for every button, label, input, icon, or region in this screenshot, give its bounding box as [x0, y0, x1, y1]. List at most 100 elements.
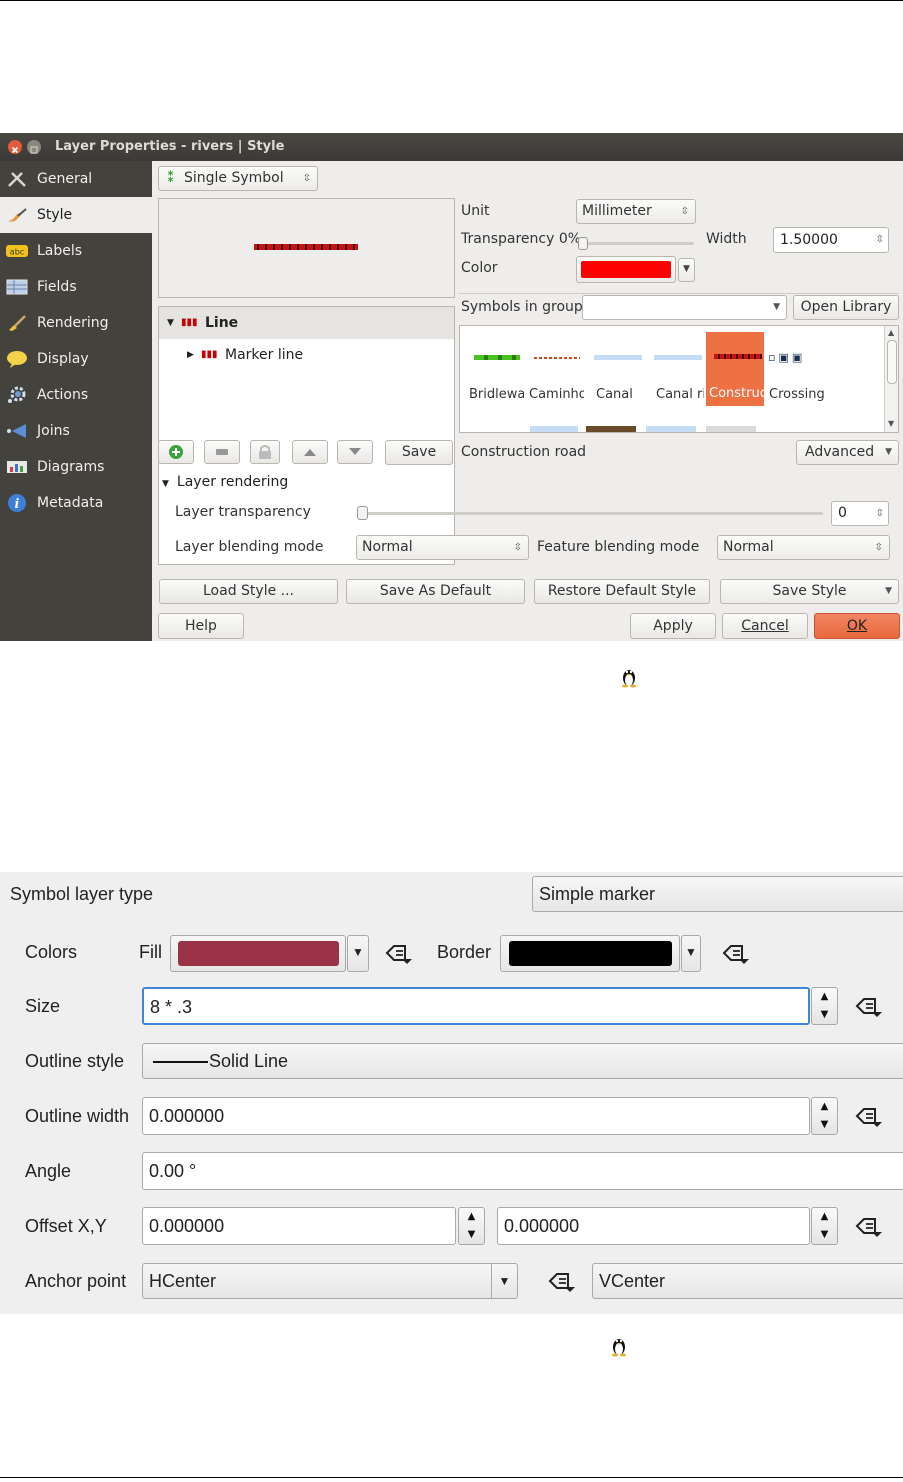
data-defined-override-icon[interactable]	[855, 1105, 885, 1127]
sidebar-item-labels[interactable]: abc Labels	[0, 233, 152, 269]
spin-down-icon[interactable]: ▼	[812, 1119, 837, 1137]
fill-color-button[interactable]	[170, 935, 346, 972]
save-symbol-button[interactable]: Save	[385, 440, 453, 465]
size-value: 8 * .3	[150, 997, 193, 1017]
remove-symbol-layer-button[interactable]	[204, 440, 240, 464]
scroll-down-icon[interactable]: ▼	[888, 419, 894, 428]
data-defined-override-icon[interactable]	[855, 995, 885, 1017]
angle-input[interactable]: 0.00 °	[142, 1152, 903, 1190]
data-defined-override-icon[interactable]	[548, 1270, 578, 1292]
width-spinbox[interactable]: 1.50000 ⇳	[773, 227, 889, 253]
slider-handle[interactable]	[578, 237, 588, 250]
data-defined-override-icon[interactable]	[722, 942, 752, 964]
symbol-label: Canal	[596, 387, 633, 402]
sidebar-item-fields[interactable]: Fields	[0, 269, 152, 305]
minimize-window-icon[interactable]	[27, 140, 41, 154]
lock-layer-button[interactable]	[250, 440, 280, 464]
layer-rendering-toggle[interactable]: ▼ Layer rendering	[162, 474, 288, 490]
open-library-button[interactable]: Open Library	[793, 295, 899, 320]
sidebar-item-metadata[interactable]: i Metadata	[0, 485, 152, 521]
save-as-default-button[interactable]: Save As Default	[346, 579, 525, 604]
color-dropdown-button[interactable]: ▼	[678, 258, 695, 282]
data-defined-override-icon[interactable]	[855, 1215, 885, 1237]
add-symbol-layer-button[interactable]	[158, 440, 194, 464]
speech-bubble-icon	[7, 351, 27, 368]
symbol-item-selected[interactable]: Construc	[706, 332, 764, 406]
spin-up-icon[interactable]: ▲	[812, 1211, 837, 1229]
symbol-list-scrollbar[interactable]: ▲ ▼	[884, 326, 898, 432]
sidebar-item-joins[interactable]: Joins	[0, 413, 152, 449]
sidebar-item-actions[interactable]: Actions	[0, 377, 152, 413]
advanced-button[interactable]: Advanced ▼	[796, 440, 899, 465]
outline-width-input[interactable]: 0.000000	[142, 1097, 810, 1135]
spin-down-icon[interactable]: ▼	[812, 1009, 837, 1027]
anchor-h-select[interactable]: HCenter ▼	[142, 1263, 518, 1299]
layer-properties-dialog: Layer Properties - rivers | Style Genera…	[0, 133, 903, 641]
unit-select[interactable]: Millimeter ⇳	[576, 199, 696, 224]
layer-transparency-slider[interactable]	[357, 506, 823, 520]
spin-arrows-icon[interactable]: ⇳	[876, 502, 884, 525]
spin-arrows-icon[interactable]: ⇳	[876, 228, 884, 252]
sidebar-item-label: Style	[37, 207, 73, 223]
offset-x-input[interactable]: 0.000000	[142, 1207, 456, 1245]
scrollbar-thumb[interactable]	[887, 340, 897, 384]
spin-down-icon[interactable]: ▼	[812, 1229, 837, 1247]
layer-blending-select[interactable]: Normal ⇳	[356, 535, 529, 560]
size-input[interactable]: 8 * .3	[142, 987, 810, 1025]
dropdown-arrow-icon: ▼	[491, 1264, 517, 1298]
spin-up-icon[interactable]: ▲	[459, 1211, 484, 1229]
transparency-label: Transparency 0%	[461, 231, 582, 247]
close-window-icon[interactable]	[8, 140, 22, 154]
outline-style-select[interactable]: Solid Line	[142, 1043, 903, 1079]
tree-item-marker-line[interactable]: ▶ ▮▮▮ Marker line	[159, 340, 454, 370]
layer-transparency-spinbox[interactable]: 0 ⇳	[831, 501, 889, 526]
border-color-button[interactable]	[500, 935, 680, 972]
sidebar-item-display[interactable]: Display	[0, 341, 152, 377]
renderer-type-select[interactable]: ⁑ Single Symbol ⇳	[158, 166, 318, 191]
data-defined-override-icon[interactable]	[385, 942, 415, 964]
symbol-label: Canal ri	[656, 387, 704, 402]
arrow-up-icon	[304, 449, 316, 456]
sidebar-item-diagrams[interactable]: Diagrams	[0, 449, 152, 485]
size-spin-buttons[interactable]: ▲ ▼	[811, 987, 838, 1025]
spin-down-icon[interactable]: ▼	[459, 1229, 484, 1247]
color-button[interactable]	[576, 256, 676, 283]
feature-blending-select[interactable]: Normal ⇳	[717, 535, 890, 560]
transparency-slider[interactable]	[578, 237, 694, 250]
load-style-button[interactable]: Load Style ...	[159, 579, 338, 604]
help-button[interactable]: Help	[158, 613, 244, 639]
offset-y-input[interactable]: 0.000000	[497, 1207, 810, 1245]
spin-up-icon[interactable]: ▲	[812, 991, 837, 1009]
sidebar-item-rendering[interactable]: Rendering	[0, 305, 152, 341]
spin-up-icon[interactable]: ▲	[812, 1101, 837, 1119]
symbol-item[interactable]: Caminho	[526, 333, 584, 407]
ok-button[interactable]: OK	[814, 613, 900, 639]
offset-x-spin-buttons[interactable]: ▲ ▼	[458, 1207, 485, 1245]
scroll-up-icon[interactable]: ▲	[888, 328, 894, 337]
sidebar-item-style[interactable]: Style	[0, 197, 152, 233]
symbol-layer-type-select[interactable]: Simple marker	[532, 876, 903, 912]
save-style-button[interactable]: Save Style ▼	[720, 579, 899, 604]
sidebar-item-general[interactable]: General	[0, 161, 152, 197]
restore-default-style-button[interactable]: Restore Default Style	[534, 579, 710, 604]
tree-item-line[interactable]: ▼ ▮▮▮ Line	[159, 307, 454, 339]
sidebar-item-label: Rendering	[37, 315, 109, 331]
move-up-button[interactable]	[292, 440, 328, 464]
move-down-button[interactable]	[337, 440, 373, 464]
symbol-item[interactable]: Canal	[586, 333, 644, 407]
offset-y-spin-buttons[interactable]: ▲ ▼	[811, 1207, 838, 1245]
symbol-item[interactable]: Canal ri	[646, 333, 704, 407]
symbol-item[interactable]: Bridlewa	[466, 333, 524, 407]
symbol-layer-properties-panel: Symbol layer type Simple marker Colors F…	[0, 872, 903, 1314]
table-icon	[6, 279, 28, 295]
apply-button[interactable]: Apply	[630, 613, 716, 639]
solid-line-swatch	[153, 1061, 208, 1063]
symbol-group-select[interactable]: ▼	[582, 295, 787, 320]
outline-width-spin-buttons[interactable]: ▲ ▼	[811, 1097, 838, 1135]
cancel-button[interactable]: Cancel	[722, 613, 808, 639]
anchor-v-select[interactable]: VCenter	[592, 1263, 903, 1299]
symbol-item[interactable]: ▫▣▣ Crossing	[766, 333, 824, 407]
slider-handle[interactable]	[357, 506, 368, 520]
fill-color-dropdown[interactable]: ▼	[347, 935, 369, 972]
border-color-dropdown[interactable]: ▼	[681, 935, 701, 972]
